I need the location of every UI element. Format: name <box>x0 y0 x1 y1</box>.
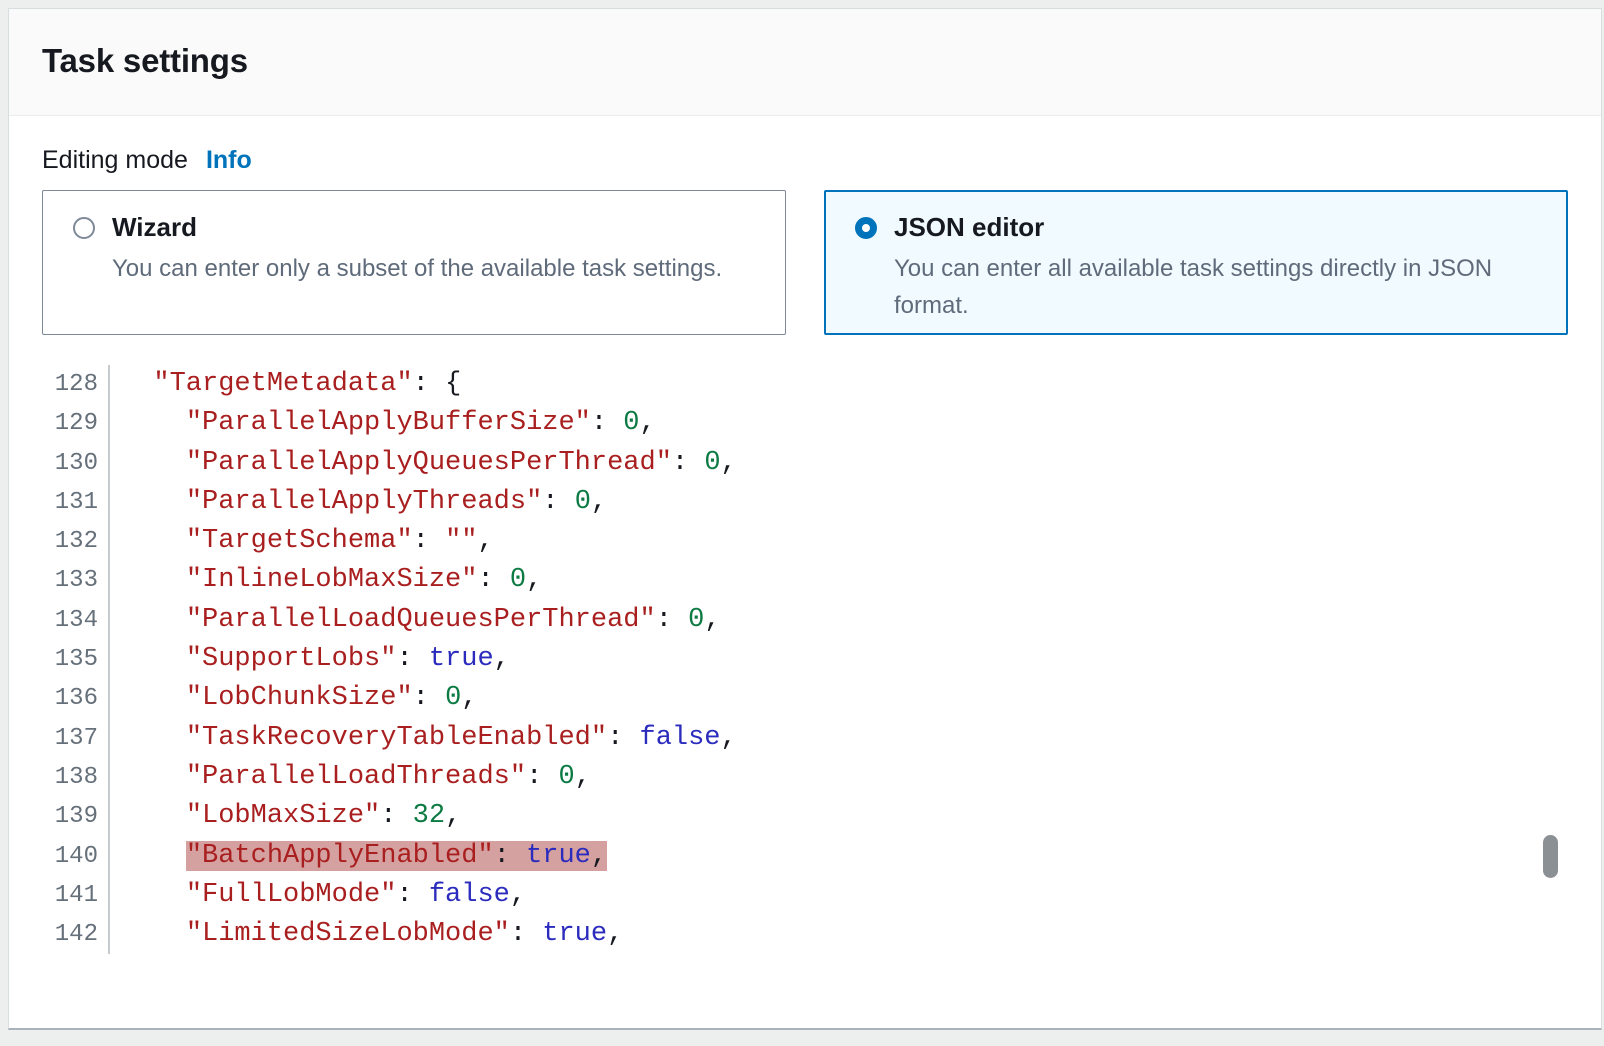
task-settings-panel: Task settings Editing mode Info Wizard Y… <box>8 8 1602 1030</box>
line-number: 128 <box>42 365 110 404</box>
code-line[interactable]: 133 "InlineLobMaxSize": 0, <box>42 561 1568 600</box>
option-head: Wizard <box>73 212 761 243</box>
panel-content: Editing mode Info Wizard You can enter o… <box>9 146 1601 954</box>
code-text: "ParallelLoadThreads": 0, <box>110 758 591 797</box>
code-line[interactable]: 131 "ParallelApplyThreads": 0, <box>42 483 1568 522</box>
info-link[interactable]: Info <box>206 146 252 175</box>
line-number: 138 <box>42 758 110 797</box>
code-text: "ParallelApplyThreads": 0, <box>110 483 607 522</box>
line-number: 141 <box>42 876 110 915</box>
editing-mode-option-json-editor[interactable]: JSON editor You can enter all available … <box>824 190 1568 335</box>
code-text: "TargetMetadata": { <box>110 365 461 404</box>
code-line[interactable]: 129 "ParallelApplyBufferSize": 0, <box>42 404 1568 443</box>
line-number: 137 <box>42 719 110 758</box>
code-text: "FullLobMode": false, <box>110 876 526 915</box>
option-description: You can enter only a subset of the avail… <box>112 250 761 287</box>
code-text: "TargetSchema": "", <box>110 522 494 561</box>
code-line[interactable]: 132 "TargetSchema": "", <box>42 522 1568 561</box>
code-text: "BatchApplyEnabled": true, <box>110 837 607 876</box>
option-label: Wizard <box>112 212 197 243</box>
line-number: 140 <box>42 837 110 876</box>
editing-mode-label: Editing mode <box>42 146 188 175</box>
code-line[interactable]: 139 "LobMaxSize": 32, <box>42 797 1568 836</box>
code-line[interactable]: 130 "ParallelApplyQueuesPerThread": 0, <box>42 444 1568 483</box>
code-line[interactable]: 138 "ParallelLoadThreads": 0, <box>42 758 1568 797</box>
code-line[interactable]: 140 "BatchApplyEnabled": true, <box>42 837 1568 876</box>
option-head: JSON editor <box>855 212 1543 243</box>
radio-icon[interactable] <box>73 217 95 239</box>
editing-mode-row: Editing mode Info <box>42 146 1568 175</box>
line-number: 131 <box>42 483 110 522</box>
code-text: "LimitedSizeLobMode": true, <box>110 915 623 954</box>
editing-mode-options: Wizard You can enter only a subset of th… <box>42 190 1568 335</box>
line-number: 130 <box>42 444 110 483</box>
json-editor-code[interactable]: 128 "TargetMetadata": {129 "ParallelAppl… <box>42 365 1568 954</box>
editing-mode-option-wizard[interactable]: Wizard You can enter only a subset of th… <box>42 190 786 335</box>
scrollbar-thumb[interactable] <box>1543 835 1558 878</box>
code-text: "SupportLobs": true, <box>110 640 510 679</box>
panel-header: Task settings <box>9 9 1601 116</box>
code-text: "TaskRecoveryTableEnabled": false, <box>110 719 737 758</box>
option-label: JSON editor <box>894 212 1044 243</box>
code-line[interactable]: 134 "ParallelLoadQueuesPerThread": 0, <box>42 601 1568 640</box>
code-line[interactable]: 136 "LobChunkSize": 0, <box>42 679 1568 718</box>
line-number: 136 <box>42 679 110 718</box>
code-text: "ParallelApplyBufferSize": 0, <box>110 404 656 443</box>
highlighted-code: "BatchApplyEnabled": true, <box>186 841 607 871</box>
line-number: 135 <box>42 640 110 679</box>
line-number: 134 <box>42 601 110 640</box>
code-line[interactable]: 141 "FullLobMode": false, <box>42 876 1568 915</box>
line-number: 129 <box>42 404 110 443</box>
code-text: "ParallelApplyQueuesPerThread": 0, <box>110 444 737 483</box>
panel-title: Task settings <box>42 42 1568 80</box>
code-text: "InlineLobMaxSize": 0, <box>110 561 542 600</box>
line-number: 139 <box>42 797 110 836</box>
code-line[interactable]: 142 "LimitedSizeLobMode": true, <box>42 915 1568 954</box>
option-description: You can enter all available task setting… <box>894 250 1543 324</box>
code-text: "LobChunkSize": 0, <box>110 679 477 718</box>
line-number: 133 <box>42 561 110 600</box>
line-number: 132 <box>42 522 110 561</box>
radio-icon[interactable] <box>855 217 877 239</box>
code-line[interactable]: 135 "SupportLobs": true, <box>42 640 1568 679</box>
code-line[interactable]: 137 "TaskRecoveryTableEnabled": false, <box>42 719 1568 758</box>
code-text: "LobMaxSize": 32, <box>110 797 461 836</box>
line-number: 142 <box>42 915 110 954</box>
code-text: "ParallelLoadQueuesPerThread": 0, <box>110 601 721 640</box>
code-line[interactable]: 128 "TargetMetadata": { <box>42 365 1568 404</box>
